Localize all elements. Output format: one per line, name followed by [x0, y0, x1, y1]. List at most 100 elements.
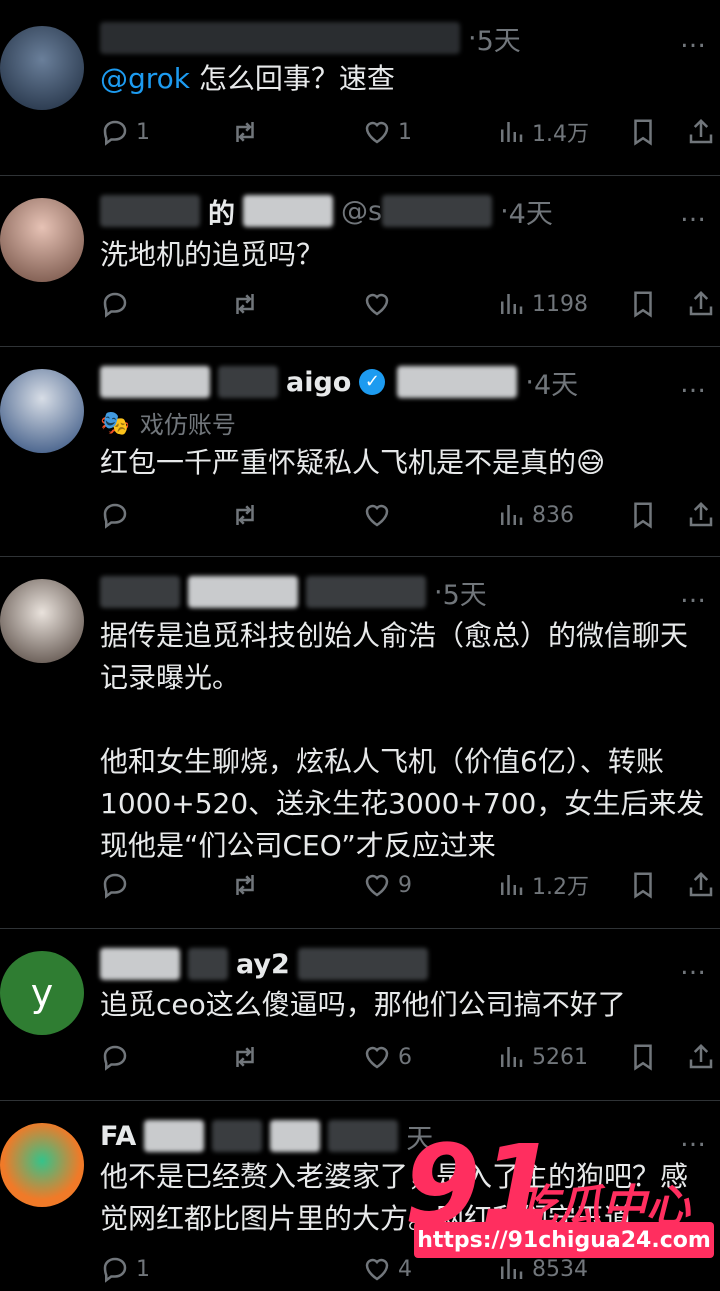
bookmark-button[interactable]	[628, 110, 658, 154]
share-icon	[689, 501, 713, 527]
action-bar: 9 1.2万	[100, 863, 720, 907]
bookmark-button[interactable]	[628, 1035, 658, 1079]
retweet-button[interactable]	[230, 110, 260, 154]
share-icon	[689, 290, 713, 316]
verified-badge-icon: ✓	[359, 369, 386, 395]
redacted-name	[188, 576, 298, 608]
more-options-icon[interactable]: …	[680, 579, 708, 609]
share-button[interactable]	[686, 110, 716, 154]
bookmark-button[interactable]	[628, 863, 658, 907]
redacted-name	[188, 948, 228, 980]
post-text: @grok 怎么回事？速查	[100, 62, 395, 95]
redacted-name	[100, 576, 180, 608]
reply-button[interactable]: 1	[100, 1247, 150, 1291]
author-name: 的	[208, 198, 235, 230]
like-button[interactable]: 6	[362, 1035, 412, 1079]
reply-post[interactable]: 的 @s · 4天 … 洗地机的追觅吗？ 1198	[0, 176, 720, 347]
more-options-icon[interactable]: …	[680, 951, 708, 981]
reply-post[interactable]: · 5天 … @grok 怎么回事？速查 1 1 1.4万	[0, 0, 720, 176]
reply-post[interactable]: y ay2 … 追觅ceo这么傻逼吗，那他们公司搞不好了 6 5261	[0, 929, 720, 1101]
redacted-name	[218, 366, 278, 398]
reply-icon	[103, 873, 127, 899]
redacted-name	[270, 1120, 321, 1152]
mention-link[interactable]: @grok	[100, 62, 190, 95]
reply-button[interactable]	[100, 1035, 136, 1079]
heart-icon	[365, 293, 389, 316]
bookmark-icon	[634, 119, 652, 146]
action-bar: 836	[100, 493, 720, 537]
retweet-icon	[236, 875, 254, 895]
post-header: FA 天	[100, 1116, 433, 1156]
share-icon	[689, 1043, 713, 1069]
parody-label: 🎭 戏仿账号	[100, 408, 236, 440]
retweet-button[interactable]	[230, 493, 260, 537]
views-icon	[501, 1047, 523, 1067]
reply-button[interactable]: 1	[100, 110, 150, 154]
views-button[interactable]: 836	[496, 493, 574, 537]
post-text: 洗地机的追觅吗？	[100, 238, 325, 271]
share-button[interactable]	[686, 282, 716, 326]
retweet-button[interactable]	[230, 282, 260, 326]
reply-icon	[103, 292, 127, 318]
views-icon	[501, 122, 523, 142]
views-button[interactable]: 1.2万	[496, 863, 589, 907]
heart-icon	[365, 121, 389, 144]
author-name: ay2	[236, 948, 290, 980]
post-header: aigo ✓ · 4天	[100, 362, 578, 402]
reply-button[interactable]	[100, 282, 136, 326]
like-button[interactable]: 9	[362, 863, 412, 907]
retweet-icon	[236, 122, 254, 142]
avatar[interactable]: y	[0, 951, 84, 1035]
bookmark-button[interactable]	[628, 282, 658, 326]
more-options-icon[interactable]: …	[680, 198, 708, 228]
parody-mask-icon: 🎭	[100, 408, 130, 437]
like-button[interactable]: 1	[362, 110, 412, 154]
views-button[interactable]: 1.4万	[496, 110, 589, 154]
post-header: 的 @s · 4天	[100, 191, 553, 231]
post-time: 5天	[476, 25, 521, 57]
redacted-handle	[382, 195, 493, 227]
reply-post[interactable]: · 5天 … 据传是追觅科技创始人俞浩（愈总）的微信聊天记录曝光。 他和女生聊烧，…	[0, 557, 720, 929]
avatar[interactable]	[0, 1123, 84, 1207]
share-button[interactable]	[686, 493, 716, 537]
heart-icon	[365, 504, 389, 527]
avatar[interactable]	[0, 369, 84, 453]
bookmark-button[interactable]	[628, 493, 658, 537]
watermark-url: https://91chigua24.com	[414, 1222, 714, 1258]
share-button[interactable]	[686, 863, 716, 907]
heart-icon	[365, 874, 389, 897]
more-options-icon[interactable]: …	[680, 369, 708, 399]
more-options-icon[interactable]: …	[680, 24, 708, 54]
like-button[interactable]	[362, 282, 398, 326]
retweet-button[interactable]	[230, 863, 260, 907]
redacted-name	[100, 366, 210, 398]
retweet-icon	[236, 1047, 254, 1067]
post-time: 4天	[533, 369, 579, 401]
share-button[interactable]	[686, 1035, 716, 1079]
views-button[interactable]: 5261	[496, 1035, 588, 1079]
post-text: 据传是追觅科技创始人俞浩（愈总）的微信聊天记录曝光。 他和女生聊烧，炫私人飞机（…	[100, 619, 705, 862]
post-header: ay2	[100, 944, 436, 984]
post-text: 追觅ceo这么傻逼吗，那他们公司搞不好了	[100, 988, 626, 1021]
redacted-handle	[297, 948, 428, 980]
views-icon	[501, 294, 523, 314]
retweet-icon	[236, 294, 254, 314]
reply-post[interactable]: aigo ✓ · 4天 … 🎭 戏仿账号 红包一千严重怀疑私人飞机是不是真的😅 8…	[0, 347, 720, 557]
views-icon	[501, 875, 523, 895]
reply-icon	[103, 120, 127, 146]
avatar-letter: y	[30, 971, 54, 1015]
reply-button[interactable]	[100, 493, 136, 537]
avatar[interactable]	[0, 579, 84, 663]
redacted-handle	[397, 366, 518, 398]
redacted-name	[100, 195, 200, 227]
like-button[interactable]	[362, 493, 398, 537]
views-button[interactable]: 1198	[496, 282, 588, 326]
avatar[interactable]	[0, 26, 84, 110]
views-icon	[501, 505, 523, 525]
post-header: · 5天	[100, 572, 487, 612]
reply-button[interactable]	[100, 863, 136, 907]
redacted-handle	[306, 576, 426, 608]
retweet-button[interactable]	[230, 1035, 260, 1079]
avatar[interactable]	[0, 198, 84, 282]
action-bar: 6 5261	[100, 1035, 720, 1079]
